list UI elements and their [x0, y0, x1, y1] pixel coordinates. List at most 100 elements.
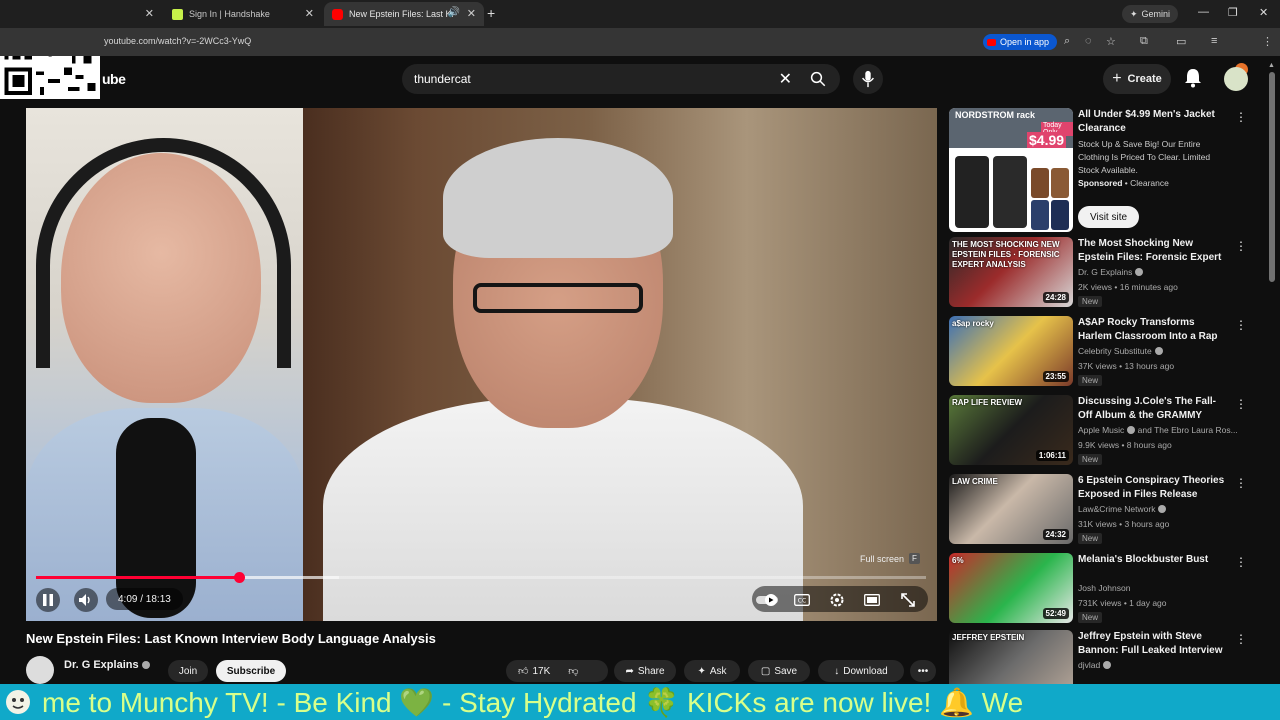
channel-name[interactable]: Dr. G Explains [64, 659, 150, 671]
plus-icon: + [1112, 70, 1122, 87]
youtube-logo[interactable]: ube [102, 71, 126, 87]
search-button[interactable] [796, 64, 840, 94]
settings-button[interactable] [827, 590, 847, 610]
gemini-icon: ✦ [1130, 8, 1138, 19]
recommendation-thumbnail[interactable]: RAP LIFE REVIEW 1:06:11 [949, 395, 1073, 465]
bell-icon [1185, 69, 1201, 88]
download-button[interactable]: ↓ Download [818, 660, 904, 682]
open-in-app-label: Open in app [1000, 37, 1050, 47]
clear-search-icon[interactable]: ✕ [779, 69, 792, 89]
browser-menu-icon[interactable]: ⋮ [1262, 35, 1273, 48]
maximize-icon[interactable]: ❐ [1228, 6, 1238, 19]
recommendation-title[interactable]: Discussing J.Cole's The Fall-Off Album &… [1078, 395, 1230, 423]
notifications-button[interactable] [1184, 68, 1202, 93]
subscribe-button[interactable]: Subscribe [216, 660, 286, 682]
cast-icon[interactable]: ▭ [1176, 35, 1186, 48]
tab-close-icon[interactable]: ✕ [305, 7, 314, 20]
new-tab-icon[interactable]: + [487, 5, 495, 21]
theater-mode-button[interactable] [862, 590, 882, 610]
more-options-icon[interactable]: ⋮ [1235, 239, 1247, 253]
more-options-icon[interactable]: ⋮ [1235, 318, 1247, 332]
speaker-icon[interactable]: 🔊 [448, 7, 460, 18]
minimize-icon[interactable]: — [1198, 6, 1209, 18]
recommendation-title[interactable]: Melania's Blockbuster Bust [1078, 553, 1230, 567]
tab-close-icon[interactable]: ✕ [145, 7, 154, 20]
recommendation-title[interactable]: The Most Shocking New Epstein Files: For… [1078, 237, 1230, 265]
gemini-button[interactable]: ✦ Gemini [1122, 5, 1179, 23]
recommendation-channel[interactable]: djvlad [1078, 660, 1112, 670]
recommendation-card[interactable]: THE MOST SHOCKING NEW EPSTEIN FILES · FO… [949, 237, 1259, 309]
share-label: Share [637, 665, 665, 677]
more-options-icon[interactable]: ⋮ [1235, 632, 1247, 646]
recommendation-channel[interactable]: Celebrity Substitute [1078, 346, 1163, 356]
tab-label: New Epstein Files: Last Know [349, 9, 453, 19]
ad-menu-icon[interactable]: ⋮ [1235, 110, 1247, 124]
search-input[interactable]: thundercat ✕ [402, 64, 796, 94]
ask-button[interactable]: ✦ Ask [684, 660, 740, 682]
dislike-icon[interactable]: 👎︎ [568, 665, 578, 677]
autoplay-toggle[interactable] [756, 590, 778, 610]
tab-handshake[interactable]: Sign In | Handshake ✕ [164, 2, 322, 26]
save-button[interactable]: ▢ Save [748, 660, 810, 682]
eye-off-icon[interactable]: ◌ [1085, 35, 1092, 47]
scrollbar-thumb[interactable] [1269, 72, 1275, 282]
url-field[interactable]: youtube.com/watch?v=-2WCc3-YwQ [104, 36, 251, 46]
channel-avatar[interactable] [26, 656, 54, 684]
close-window-icon[interactable]: ✕ [1259, 6, 1268, 19]
more-options-icon[interactable]: ⋮ [1235, 555, 1247, 569]
create-button[interactable]: + Create [1103, 64, 1171, 94]
youtube-icon [987, 38, 996, 46]
voice-search-button[interactable] [853, 64, 883, 94]
page-scrollbar[interactable]: ▲ [1268, 62, 1276, 680]
account-avatar[interactable] [1224, 67, 1248, 91]
video-player[interactable] [26, 108, 937, 621]
ask-label: Ask [709, 665, 727, 677]
like-count[interactable]: 17K [532, 666, 550, 677]
video-title: New Epstein Files: Last Known Interview … [26, 631, 436, 646]
fullscreen-button[interactable] [898, 590, 918, 610]
like-icon[interactable]: 👍︎ [518, 665, 528, 677]
recommendation-thumbnail[interactable]: LAW CRIME 24:32 [949, 474, 1073, 544]
scroll-up-icon[interactable]: ▲ [1268, 62, 1275, 69]
sponsored-ad-card[interactable]: NORDSTROM rack Today Only $4.99 All Unde… [949, 108, 1259, 233]
scrubber-handle[interactable] [233, 572, 245, 583]
recommendation-title[interactable]: A$AP Rocky Transforms Harlem Classroom I… [1078, 316, 1230, 344]
recommendation-title[interactable]: 6 Epstein Conspiracy Theories Exposed in… [1078, 474, 1230, 502]
tab-youtube[interactable]: New Epstein Files: Last Know 🔊 ✕ [324, 2, 484, 26]
recommendation-card[interactable]: RAP LIFE REVIEW 1:06:11 Discussing J.Cole'… [949, 395, 1259, 467]
recommendation-channel[interactable]: Apple Music and The Ebro Laura Ros... [1078, 425, 1238, 435]
recommendation-card[interactable]: LAW CRIME 24:32 6 Epstein Conspiracy Theor… [949, 474, 1259, 546]
visit-site-button[interactable]: Visit site [1078, 206, 1140, 228]
tab-blank[interactable]: ✕ [100, 2, 162, 26]
bookmark-star-icon[interactable]: ☆ [1106, 35, 1116, 48]
recommendation-card[interactable]: 6% 52:49 Melania's Blockbuster Bust Josh Jo… [949, 553, 1259, 625]
stream-ticker: me to Munchy TV! - Be Kind 💚 - Stay Hydr… [0, 684, 1280, 720]
media-icon[interactable]: ≡ [1211, 35, 1217, 47]
more-options-icon[interactable]: ⋮ [1235, 476, 1247, 490]
channel-label: Law&Crime Network [1078, 504, 1156, 514]
zoom-icon[interactable]: ⌕ [1064, 35, 1070, 48]
recommendation-title[interactable]: Jeffrey Epstein with Steve Bannon: Full … [1078, 630, 1230, 658]
more-options-icon[interactable]: ⋮ [1235, 397, 1247, 411]
recommendation-card[interactable]: a$ap rocky 23:55 A$AP Rocky Transforms Har… [949, 316, 1259, 388]
more-actions-button[interactable]: ••• [910, 660, 936, 682]
captions-button[interactable]: CC [792, 590, 812, 610]
handshake-favicon-icon [172, 8, 183, 20]
recommendation-thumbnail[interactable]: 6% 52:49 [949, 553, 1073, 623]
channel-label: Apple Music [1078, 425, 1125, 435]
tab-close-icon[interactable]: ✕ [467, 7, 476, 20]
extensions-icon[interactable]: ⧉ [1140, 35, 1148, 48]
open-in-app-button[interactable]: Open in app [983, 34, 1058, 50]
ad-title[interactable]: All Under $4.99 Men's Jacket Clearance [1078, 108, 1230, 136]
share-button[interactable]: ➦ Share [614, 660, 676, 682]
recommendation-channel[interactable]: Dr. G Explains [1078, 267, 1144, 277]
recommendation-thumbnail[interactable]: a$ap rocky 23:55 [949, 316, 1073, 386]
recommendation-channel[interactable]: Josh Johnson [1078, 583, 1130, 593]
volume-button[interactable] [74, 588, 98, 612]
progress-bar[interactable] [36, 572, 926, 583]
ad-image[interactable]: NORDSTROM rack Today Only $4.99 [949, 108, 1073, 232]
join-button[interactable]: Join [168, 660, 208, 682]
recommendation-channel[interactable]: Law&Crime Network [1078, 504, 1167, 514]
recommendation-thumbnail[interactable]: THE MOST SHOCKING NEW EPSTEIN FILES · FO… [949, 237, 1073, 307]
pause-button[interactable] [36, 588, 60, 612]
